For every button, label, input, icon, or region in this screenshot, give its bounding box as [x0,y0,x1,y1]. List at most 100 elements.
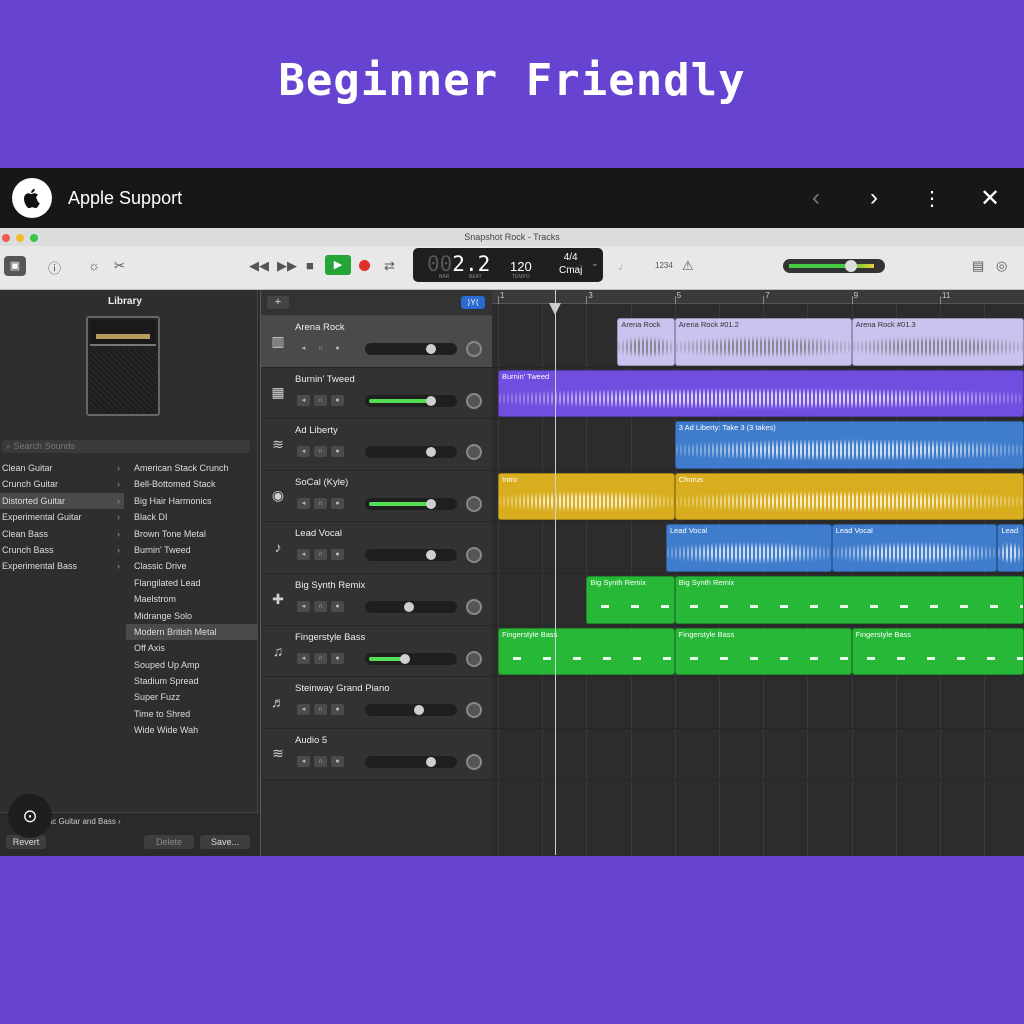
record-enable-icon[interactable]: ● [331,446,344,458]
category-item[interactable]: Crunch Guitar › [0,476,124,492]
smart-controls-icon[interactable]: ☼ [88,258,100,273]
track-volume-slider[interactable] [365,343,457,355]
add-track-button[interactable]: + [267,296,289,309]
track-header[interactable]: ≋ Audio 5 ◂ ∩ ● [261,728,493,781]
track-volume-slider[interactable] [365,549,457,562]
patch-item[interactable]: Burnin' Tweed [126,542,258,558]
patch-item[interactable]: Modern British Metal [126,623,258,641]
patch-item[interactable]: Bell-Bottomed Stack [126,476,258,492]
mute-icon[interactable]: ◂ [297,497,310,509]
track-volume-slider[interactable] [365,755,457,768]
track-header[interactable]: ▦ Burnin' Tweed ◂ ∩ ● [261,367,493,420]
solo-icon[interactable]: ∩ [314,601,327,612]
lcd-display[interactable]: 002.2 BAR BEAT 120 TEMPO 4/4 Cmaj ⌄ [413,248,603,282]
record-enable-icon[interactable]: ● [331,755,344,767]
metronome-icon[interactable]: ⚠ [682,258,694,274]
solo-icon[interactable]: ∩ [314,497,327,509]
record-enable-icon[interactable]: ● [331,549,344,561]
pan-knob[interactable] [466,547,482,564]
patch-item[interactable]: Brown Tone Metal [126,526,258,542]
region[interactable]: Lead Vocal [665,524,832,572]
region[interactable]: Fingerstyle Bass [851,627,1024,676]
patch-item[interactable]: Black DI [126,509,258,525]
apple-logo-icon[interactable] [12,178,52,218]
region[interactable]: Chorus [674,472,1024,521]
track-volume-slider[interactable] [365,652,457,665]
library-icon[interactable]: ▣ [4,256,26,276]
cycle-icon[interactable]: ⇄ [384,258,395,274]
track-header[interactable]: ♪ Lead Vocal ◂ ∩ ● [261,522,493,574]
notepad-icon[interactable]: ▤ [972,258,984,274]
patch-item[interactable]: Midrange Solo [126,608,258,624]
track-header[interactable]: ♫ Fingerstyle Bass ◂ ∩ ● [261,625,493,678]
forward-icon[interactable]: ▶▶ [277,258,297,274]
record-enable-icon[interactable]: ● [331,343,344,354]
mute-icon[interactable]: ◂ [297,549,310,561]
region[interactable]: 3 Ad Liberty: Take 3 (3 takes) [674,421,1024,469]
solo-icon[interactable]: ∩ [314,446,327,458]
category-item[interactable]: Crunch Bass › [0,542,124,558]
category-item[interactable]: Experimental Guitar › [0,509,124,525]
track-lane[interactable] [492,729,1024,781]
region[interactable]: Fingerstyle Bass [498,627,675,676]
count-in-icon[interactable]: 1234 [655,261,673,270]
patch-item[interactable]: American Stack Crunch [126,460,258,476]
region[interactable]: Lead [997,524,1024,572]
help-icon[interactable]: ⓘ [48,258,61,277]
chevron-right-icon[interactable]: › [864,184,884,212]
close-window-button[interactable] [2,234,10,242]
tuner-icon[interactable]: ♩ [618,258,631,273]
play-button[interactable]: ▶ [325,255,351,275]
pan-knob[interactable] [466,495,482,512]
solo-icon[interactable]: ∩ [314,652,327,664]
solo-icon[interactable]: ∩ [314,755,327,767]
patch-item[interactable]: Super Fuzz [126,689,258,705]
zoom-window-button[interactable] [30,234,38,242]
category-item[interactable]: Experimental Bass › [0,558,124,574]
region[interactable]: Arena Rock #01.3 [851,318,1024,366]
playhead[interactable] [555,290,556,855]
delete-button[interactable]: Delete [144,835,194,849]
patch-item[interactable]: Off Axis [126,640,258,656]
track-header[interactable]: ✚ Big Synth Remix ◂ ∩ ● [261,574,493,626]
region[interactable]: Burnin' Tweed [498,369,1024,418]
category-item[interactable]: Clean Guitar › [0,460,124,476]
track-volume-slider[interactable] [365,497,457,510]
patch-item[interactable]: Time to Shred [126,706,258,722]
track-volume-slider[interactable] [365,394,457,407]
record-enable-icon[interactable]: ● [331,394,344,406]
editors-icon[interactable]: ✂ [114,258,125,274]
record-enable-icon[interactable]: ● [331,704,344,716]
save-button[interactable]: Save... [200,835,250,849]
solo-icon[interactable]: ∩ [314,549,327,561]
record-button[interactable] [359,260,370,271]
solo-icon[interactable]: ∩ [314,704,327,716]
chevron-down-icon[interactable]: ⌄ [591,258,599,269]
solo-icon[interactable]: ∩ [314,394,327,406]
mute-icon[interactable]: ◂ [297,343,310,354]
track-volume-slider[interactable] [365,704,457,717]
search-input[interactable]: ⌕ Search Sounds [2,440,250,453]
visual-lookup-icon[interactable]: ⊙ [8,794,52,838]
ruler[interactable]: 1 3 5 7 9 11 [492,290,1024,304]
mute-icon[interactable]: ◂ [297,394,310,406]
track-header[interactable]: ◉ SoCal (Kyle) ◂ ∩ ● [261,470,493,523]
loop-browser-icon[interactable]: ◎ [996,258,1007,274]
region[interactable]: Arena Rock [617,318,675,366]
master-volume-slider[interactable] [783,259,885,273]
patch-item[interactable]: Flangilated Lead [126,575,258,591]
patch-item[interactable]: Big Hair Harmonics [126,493,258,509]
tracks-area[interactable]: 1 3 5 7 9 11 Arena Rock Arena Rock #01.2 Arena … [492,290,1024,856]
record-enable-icon[interactable]: ● [331,497,344,509]
region[interactable]: Lead Vocal [831,524,998,572]
pan-knob[interactable] [466,650,482,667]
minimize-window-button[interactable] [16,234,24,242]
track-header[interactable]: ▥ Arena Rock ◂ ∩ ● [261,316,493,368]
region[interactable]: Big Synth Remix [674,576,1024,624]
patch-item[interactable]: Wide Wide Wah [126,722,258,738]
pan-knob[interactable] [466,702,482,719]
patch-item[interactable]: Souped Up Amp [126,657,258,673]
close-icon[interactable]: ✕ [980,184,1000,213]
mute-icon[interactable]: ◂ [297,601,310,612]
region[interactable]: Fingerstyle Bass [674,627,852,676]
